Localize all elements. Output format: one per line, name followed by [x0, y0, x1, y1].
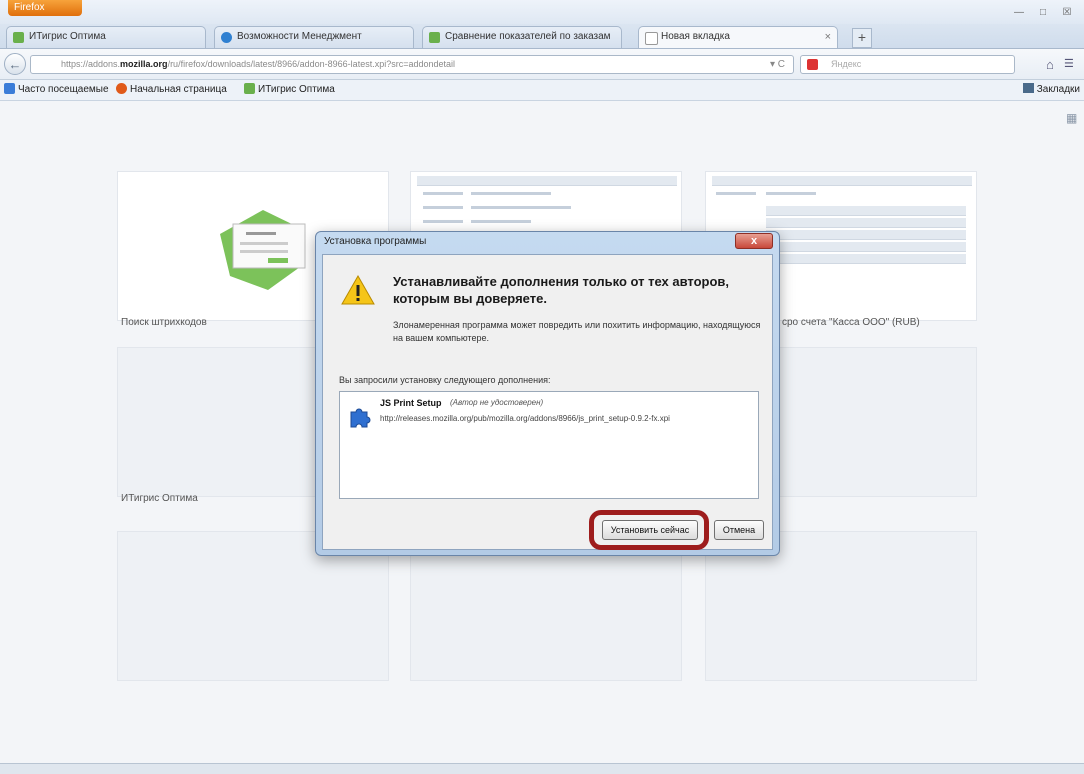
- preview-line: [423, 192, 463, 195]
- new-tab-button[interactable]: +: [852, 28, 872, 48]
- warning-icon: [341, 275, 375, 305]
- navigation-bar: ← https://addons.mozilla.org/ru/firefox/…: [0, 49, 1084, 80]
- bookmark-itigris[interactable]: ИТигрис Оптима: [244, 80, 335, 100]
- bookmark-icon: [244, 83, 255, 94]
- preview-line: [423, 220, 463, 223]
- menu-more-icon[interactable]: ☰: [1064, 57, 1074, 70]
- cancel-button[interactable]: Отмена: [714, 520, 764, 540]
- tab-label: Новая вкладка: [661, 31, 730, 42]
- url-path: /ru/firefox/downloads/latest/8966/addon-…: [167, 59, 455, 69]
- thumbnail-label: ИТигрис Оптима: [121, 493, 198, 504]
- preview-row: [712, 176, 972, 186]
- tab-itigris[interactable]: ИТигрис Оптима: [6, 26, 206, 48]
- bookmark-icon: [4, 83, 15, 94]
- url-prefix: https://addons.: [61, 59, 121, 69]
- preview-row: [417, 176, 677, 186]
- preview-line: [716, 192, 756, 195]
- tab-comparison[interactable]: Сравнение показателей по заказам: [422, 26, 622, 48]
- dialog-title: Установка программы: [324, 236, 427, 247]
- preview-row: [766, 230, 966, 240]
- bookmarks-toolbar: Часто посещаемые Начальная страница ИТиг…: [0, 80, 1084, 101]
- search-input[interactable]: Яндекс: [800, 55, 1015, 74]
- tab-label: Возможности Менеджмент: [237, 31, 362, 42]
- bookmark-most-visited[interactable]: Часто посещаемые: [4, 80, 109, 100]
- addon-author: (Автор не удостоверен): [450, 398, 544, 407]
- firefox-menu-button[interactable]: Firefox: [8, 0, 82, 16]
- grid-toggle-icon[interactable]: ▦: [1066, 111, 1077, 125]
- dialog-heading: Устанавливайте дополнения только от тех …: [393, 274, 730, 306]
- tab-favicon: [221, 32, 232, 43]
- tab-favicon: [645, 32, 658, 45]
- status-bar: [0, 763, 1084, 774]
- tab-opportunities[interactable]: Возможности Менеджмент: [214, 26, 414, 48]
- back-button[interactable]: ←: [4, 53, 26, 75]
- addon-list[interactable]: JS Print Setup (Автор не удостоверен) ht…: [339, 391, 759, 499]
- search-engine-icon[interactable]: [807, 59, 818, 70]
- puzzle-piece-icon: [350, 408, 371, 428]
- window-title-bar: Firefox — □ ☒: [0, 0, 1084, 24]
- close-window-icon[interactable]: ☒: [1060, 8, 1074, 18]
- tab-favicon: [429, 32, 440, 43]
- preview-line: [471, 206, 571, 209]
- install-dialog: Установка программы x Устанавливайте доп…: [315, 231, 780, 556]
- thumbnail-label: Поиск штрихкодов: [121, 317, 207, 328]
- maximize-icon[interactable]: □: [1036, 8, 1050, 18]
- thumbnail-label: сро счета "Касса ООО" (RUB): [782, 317, 920, 328]
- preview-line: [423, 206, 463, 209]
- dialog-request-text: Вы запросили установку следующего дополн…: [339, 375, 551, 385]
- preview-line: [471, 192, 551, 195]
- reload-icon[interactable]: ▾ C: [770, 56, 785, 73]
- url-domain: mozilla.org: [120, 59, 168, 69]
- tab-label: ИТигрис Оптима: [29, 31, 106, 42]
- minimize-icon[interactable]: —: [1012, 8, 1026, 18]
- preview-line: [766, 192, 816, 195]
- window-controls: — □ ☒: [1012, 8, 1074, 18]
- addon-name: JS Print Setup: [380, 398, 442, 408]
- bookmarks-menu-button[interactable]: Закладки: [1022, 80, 1080, 100]
- url-bar[interactable]: https://addons.mozilla.org/ru/firefox/do…: [30, 55, 794, 74]
- addon-url: http://releases.mozilla.org/pub/mozilla.…: [380, 414, 670, 423]
- tab-label: Сравнение показателей по заказам: [445, 31, 611, 42]
- bookmark-label: Начальная страница: [130, 84, 227, 95]
- bookmark-icon: [116, 83, 127, 94]
- preview-line: [471, 220, 531, 223]
- tab-strip: ИТигрис Оптима Возможности Менеджмент Ср…: [0, 24, 1084, 49]
- bookmark-home-page[interactable]: Начальная страница: [116, 80, 227, 100]
- tab-new-tab[interactable]: Новая вкладка ×: [638, 26, 838, 48]
- preview-row: [766, 242, 966, 252]
- search-placeholder: Яндекс: [831, 59, 862, 69]
- bookmark-label: Часто посещаемые: [18, 84, 109, 95]
- dialog-body: Устанавливайте дополнения только от тех …: [322, 254, 773, 550]
- install-now-button[interactable]: Установить сейчас: [602, 520, 698, 540]
- bookmarks-menu-label: Закладки: [1036, 84, 1080, 95]
- tab-favicon: [13, 32, 24, 43]
- bookmark-label: ИТигрис Оптима: [258, 84, 335, 95]
- home-icon[interactable]: ⌂: [1046, 57, 1054, 72]
- bookmarks-icon: [1022, 83, 1034, 93]
- preview-row: [766, 218, 966, 228]
- dialog-description: Злонамеренная программа может повредить …: [393, 320, 761, 343]
- preview-row: [766, 254, 966, 264]
- preview-row: [766, 206, 966, 216]
- dialog-close-button[interactable]: x: [735, 233, 773, 249]
- tab-close-icon[interactable]: ×: [825, 27, 831, 47]
